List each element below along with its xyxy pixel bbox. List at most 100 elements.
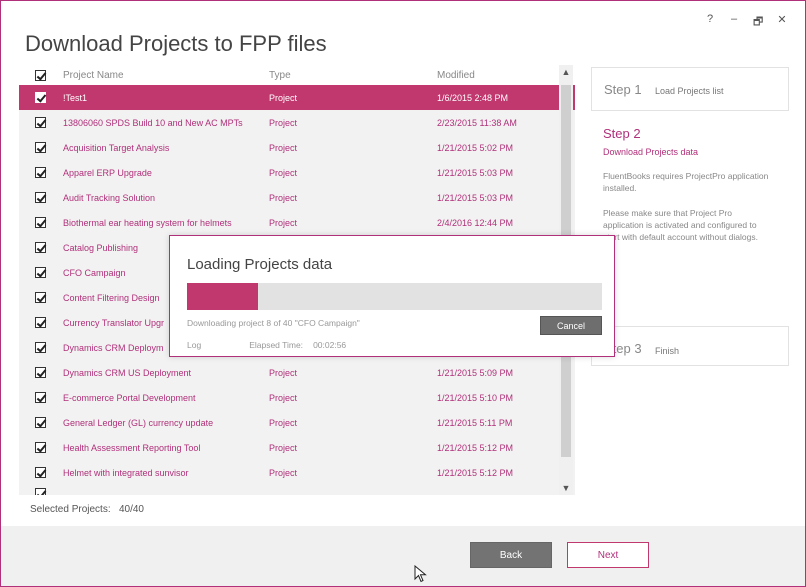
dialog-title: Loading Projects data <box>187 256 333 273</box>
footer-bar: Back Next <box>1 526 805 586</box>
table-row[interactable]: General Ledger (GL) currency update Proje… <box>19 410 575 435</box>
project-name: Biothermal ear heating system for helmet… <box>63 217 232 228</box>
step-1-subtitle: Load Projects list <box>655 86 724 96</box>
scroll-down-icon[interactable]: ▼ <box>559 481 573 495</box>
table-row[interactable]: Helmet with integrated sunvisor Project 1/… <box>19 460 575 485</box>
table-row[interactable]: 13806060 SPDS Build 10 and New AC MPTs Pr… <box>19 110 575 135</box>
project-type: Project <box>269 217 298 228</box>
project-name: Audit Tracking Solution <box>63 192 156 203</box>
project-modified: 2/23/2015 11:38 AM <box>437 117 517 128</box>
row-checkbox[interactable] <box>34 487 46 495</box>
row-checkbox[interactable] <box>34 242 46 253</box>
project-name: Acquisition Target Analysis <box>63 142 170 153</box>
project-type: Project <box>269 92 298 103</box>
back-button[interactable]: Back <box>470 542 552 568</box>
project-type: Project <box>269 467 298 478</box>
elapsed-label: Elapsed Time: <box>249 340 304 350</box>
progress-fill <box>187 283 258 310</box>
row-checkbox[interactable] <box>34 442 46 453</box>
row-checkbox[interactable] <box>34 467 46 478</box>
step-3-panel: Step 3 Finish <box>591 326 789 366</box>
help-icon[interactable]: ? <box>705 13 715 32</box>
row-checkbox[interactable] <box>34 117 46 128</box>
table-row[interactable]: Health Assessment Reporting Tool Project 1… <box>19 435 575 460</box>
next-button[interactable]: Next <box>567 542 649 568</box>
elapsed-value: 00:02:56 <box>313 340 347 350</box>
step-2-panel: Step 2 Download Projects data FluentBook… <box>603 126 773 243</box>
project-modified: 1/21/2015 5:03 PM <box>437 192 514 203</box>
row-checkbox[interactable] <box>34 142 46 153</box>
step-2-subtitle: Download Projects data <box>603 147 699 157</box>
row-checkbox[interactable] <box>34 92 46 103</box>
scroll-up-icon[interactable]: ▲ <box>559 65 573 79</box>
project-type: Project <box>269 392 298 403</box>
table-row[interactable]: Biothermal ear heating system for helmet… <box>19 210 575 235</box>
project-name: Dynamics CRM US Deployment <box>63 367 192 378</box>
table-row[interactable]: !Test1 Project 1/6/2015 2:48 PM <box>19 85 575 110</box>
project-modified: 1/21/2015 5:10 PM <box>437 392 514 403</box>
row-checkbox[interactable] <box>34 167 46 178</box>
table-row[interactable]: Dynamics CRM US Deployment Project 1/21/20… <box>19 360 575 385</box>
row-checkbox[interactable] <box>34 317 46 328</box>
row-checkbox[interactable] <box>34 292 46 303</box>
project-modified: 1/6/2015 2:48 PM <box>437 92 509 103</box>
select-all-checkbox[interactable] <box>34 69 46 81</box>
cancel-button[interactable]: Cancel <box>540 316 602 335</box>
page-title: Download Projects to FPP files <box>25 31 327 56</box>
table-row[interactable]: E-commerce Portal Development Project 1/21… <box>19 385 575 410</box>
row-checkbox[interactable] <box>34 417 46 428</box>
selected-label: Selected Projects: <box>30 504 111 515</box>
download-status: Downloading project 8 of 40 "CFO Campaig… <box>187 318 360 328</box>
row-checkbox[interactable] <box>34 367 46 378</box>
table-row[interactable]: Acquisition Target Analysis Project 1/21/2… <box>19 135 575 160</box>
project-type: Project <box>269 442 298 453</box>
project-name: Apparel ERP Upgrade <box>63 167 152 178</box>
row-checkbox[interactable] <box>34 342 46 353</box>
step-2-note: Please make sure that Project Pro applic… <box>603 208 758 242</box>
restore-icon[interactable]: 🗗 <box>753 13 763 32</box>
selected-projects-count: Selected Projects: 40/40 <box>30 504 144 515</box>
project-type: Project <box>269 167 298 178</box>
step-1-panel: Step 1 Load Projects list <box>591 67 789 111</box>
project-modified: 1/21/2015 5:03 PM <box>437 167 514 178</box>
table-row[interactable]: Audit Tracking Solution Project 1/21/2015 … <box>19 185 575 210</box>
project-name: 13806060 SPDS Build 10 and New AC MPTs <box>63 117 243 128</box>
loading-dialog: Loading Projects data Downloading projec… <box>169 235 615 357</box>
project-modified: 1/21/2015 5:02 PM <box>437 142 514 153</box>
mouse-cursor-icon <box>414 565 427 583</box>
log-link[interactable]: Log <box>187 340 201 350</box>
project-modified: 1/21/2015 5:12 PM <box>437 442 514 453</box>
app-window: ? – 🗗 ✕ Download Projects to FPP files P… <box>0 0 806 587</box>
project-name: !Test1 <box>63 92 88 103</box>
column-header-name[interactable]: Project Name <box>61 70 269 81</box>
table-header: Project Name Type Modified <box>19 65 575 85</box>
project-type: Project <box>269 192 298 203</box>
step-1-title: Step 1 <box>604 82 642 97</box>
minimize-icon[interactable]: – <box>729 13 739 32</box>
project-name: General Ledger (GL) currency update <box>63 417 214 428</box>
project-modified: 2/4/2016 12:44 PM <box>437 217 514 228</box>
step-2-requirement: FluentBooks requires ProjectPro applicat… <box>603 171 769 193</box>
project-type: Project <box>269 367 298 378</box>
step-2-title: Step 2 <box>603 126 641 141</box>
dialog-footer: Log Elapsed Time: 00:02:56 <box>187 340 346 350</box>
row-checkbox[interactable] <box>34 267 46 278</box>
table-row[interactable] <box>19 485 575 495</box>
close-icon[interactable]: ✕ <box>777 13 787 32</box>
selected-value: 40/40 <box>118 504 144 515</box>
table-row[interactable]: Apparel ERP Upgrade Project 1/21/2015 5:03… <box>19 160 575 185</box>
project-modified: 1/21/2015 5:11 PM <box>437 417 513 428</box>
column-header-modified[interactable]: Modified <box>437 70 561 81</box>
progress-bar <box>187 283 602 310</box>
project-modified: 1/21/2015 5:12 PM <box>437 467 514 478</box>
project-type: Project <box>269 417 298 428</box>
project-name: Health Assessment Reporting Tool <box>63 442 201 453</box>
column-header-type[interactable]: Type <box>269 70 437 81</box>
row-checkbox[interactable] <box>34 217 46 228</box>
row-checkbox[interactable] <box>34 192 46 203</box>
project-type: Project <box>269 142 298 153</box>
row-checkbox[interactable] <box>34 392 46 403</box>
step-3-subtitle: Finish <box>655 346 680 356</box>
project-name: E-commerce Portal Development <box>63 392 196 403</box>
project-name: Helmet with integrated sunvisor <box>63 467 189 478</box>
